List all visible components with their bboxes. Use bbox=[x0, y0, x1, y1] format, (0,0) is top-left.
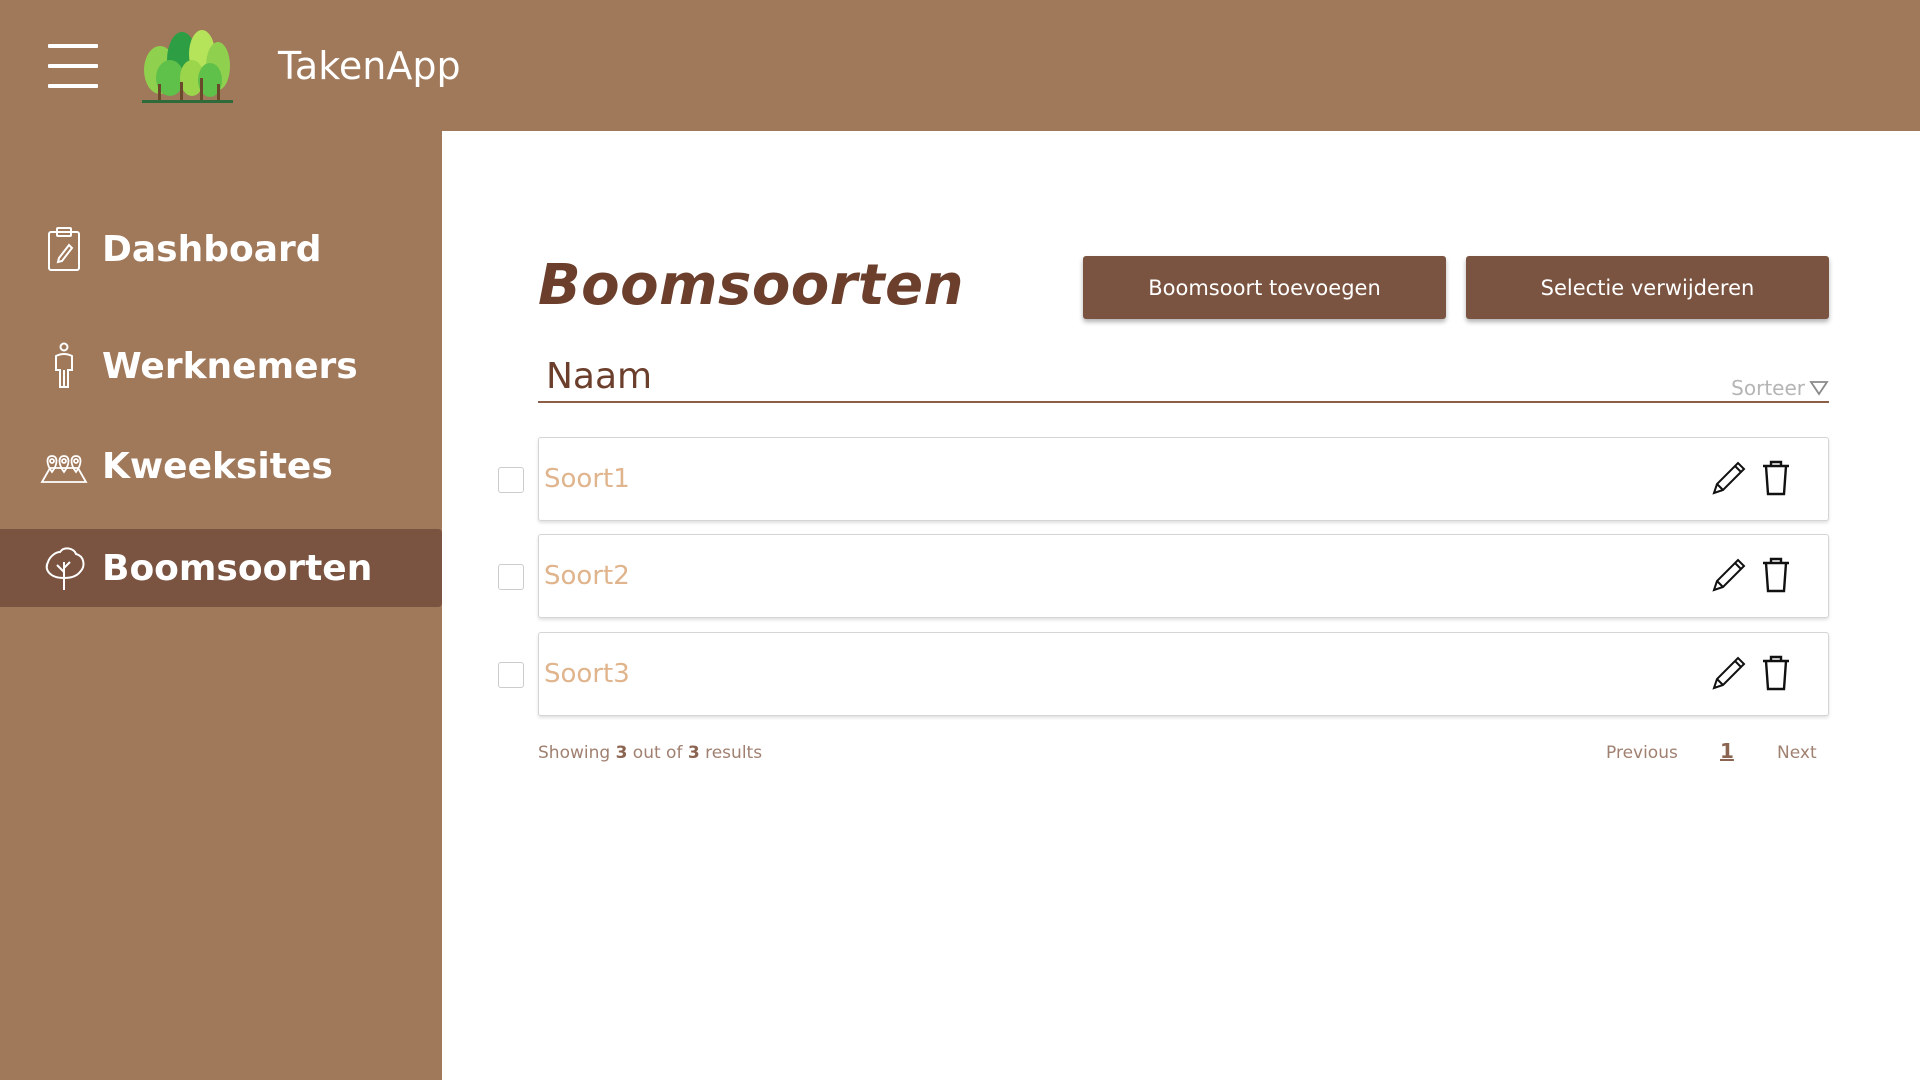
pencil-icon[interactable] bbox=[1709, 460, 1747, 498]
column-header: Naam Sorteer bbox=[538, 346, 1829, 403]
person-icon bbox=[55, 342, 73, 388]
total-count: 3 bbox=[687, 743, 700, 763]
summary-middle: out of bbox=[627, 743, 688, 763]
previous-page-link[interactable]: Previous bbox=[1606, 743, 1678, 763]
row-name: Soort1 bbox=[544, 464, 630, 494]
hamburger-menu-icon[interactable] bbox=[48, 42, 98, 90]
app-title: TakenApp bbox=[278, 44, 461, 88]
sidebar-item-label: Werknemers bbox=[102, 345, 358, 387]
table-footer: Showing 3 out of 3 results Previous 1 Ne… bbox=[538, 739, 1829, 771]
triangle-down-icon bbox=[1809, 381, 1829, 396]
row-checkbox[interactable] bbox=[498, 467, 524, 493]
summary-suffix: results bbox=[699, 743, 763, 763]
clipboard-icon bbox=[48, 227, 80, 271]
table-row: Soort2 bbox=[538, 534, 1829, 618]
sidebar-item-kweeksites[interactable]: Kweeksites bbox=[0, 427, 442, 505]
row-name: Soort3 bbox=[544, 659, 630, 689]
map-pins-icon bbox=[40, 455, 88, 483]
trash-icon[interactable] bbox=[1761, 557, 1791, 593]
delete-selection-button[interactable]: Selectie verwijderen bbox=[1466, 256, 1829, 319]
sidebar-item-label: Boomsoorten bbox=[102, 547, 373, 589]
main-panel: Boomsoorten Boomsoort toevoegen Selectie… bbox=[442, 131, 1920, 1080]
row-checkbox[interactable] bbox=[498, 564, 524, 590]
sidebar-item-werknemers[interactable]: Werknemers bbox=[0, 327, 442, 405]
sidebar-item-label: Kweeksites bbox=[102, 445, 333, 487]
add-tree-species-button[interactable]: Boomsoort toevoegen bbox=[1083, 256, 1446, 319]
shown-count: 3 bbox=[615, 743, 628, 763]
sidebar-item-label: Dashboard bbox=[102, 228, 322, 270]
sidebar-item-dashboard[interactable]: Dashboard bbox=[0, 210, 442, 288]
row-checkbox[interactable] bbox=[498, 662, 524, 688]
table-row: Soort3 bbox=[538, 632, 1829, 716]
sort-toggle[interactable]: Sorteer bbox=[1731, 376, 1829, 400]
sort-label: Sorteer bbox=[1731, 376, 1805, 400]
table-row: Soort1 bbox=[538, 437, 1829, 521]
column-name-label: Naam bbox=[546, 356, 653, 397]
pencil-icon[interactable] bbox=[1709, 557, 1747, 595]
page-title: Boomsoorten bbox=[538, 253, 964, 318]
sidebar: Dashboard Werknemers Kweeksites Boomsoor… bbox=[0, 131, 442, 1080]
summary-prefix: Showing bbox=[538, 743, 616, 763]
next-page-link[interactable]: Next bbox=[1777, 743, 1817, 763]
tree-icon bbox=[45, 547, 85, 590]
results-summary: Showing 3 out of 3 results bbox=[538, 743, 762, 763]
top-bar: TakenApp bbox=[0, 0, 1920, 131]
trash-icon[interactable] bbox=[1761, 655, 1791, 691]
row-name: Soort2 bbox=[544, 561, 630, 591]
page-number-link[interactable]: 1 bbox=[1720, 739, 1734, 763]
trash-icon[interactable] bbox=[1761, 460, 1791, 496]
sidebar-item-boomsoorten[interactable]: Boomsoorten bbox=[0, 529, 442, 607]
trees-logo bbox=[142, 30, 233, 103]
pencil-icon[interactable] bbox=[1709, 655, 1747, 693]
